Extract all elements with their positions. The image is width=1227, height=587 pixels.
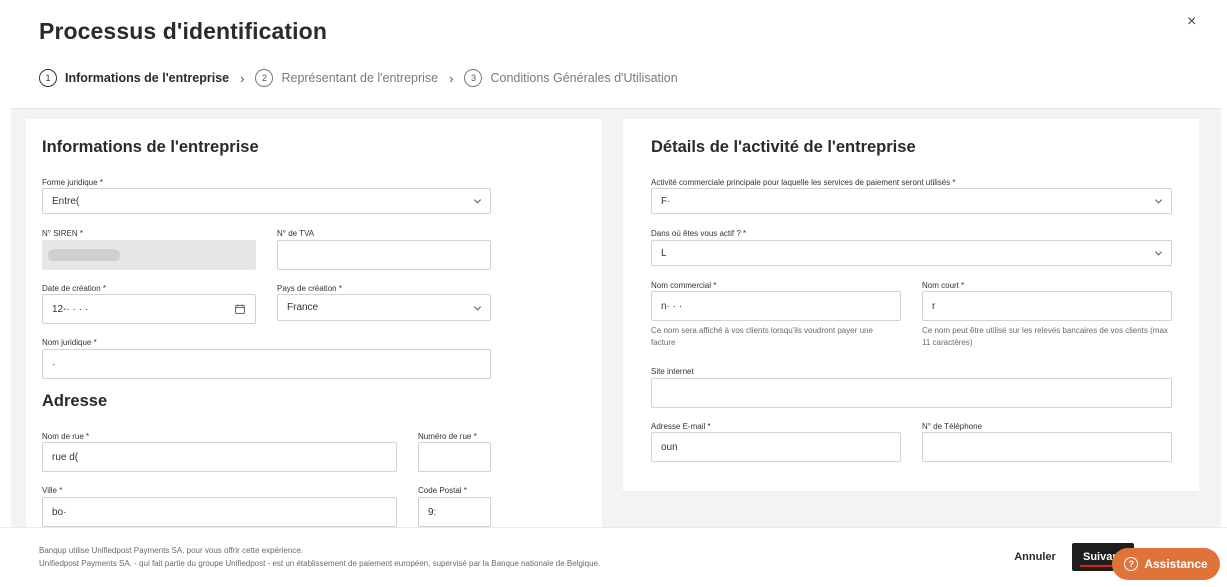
website-input[interactable] [651, 378, 1172, 408]
active-where-value: L [661, 247, 667, 259]
chevron-right-icon: › [240, 70, 245, 86]
legal-line: Unifiedpost Payments SA. - qui fait part… [39, 559, 601, 568]
vat-input[interactable] [277, 240, 491, 270]
close-icon[interactable]: × [1187, 14, 1196, 30]
city-input[interactable]: bo· [42, 497, 397, 527]
postal-code-input[interactable]: 9: [418, 497, 491, 527]
creation-date-value: 12-· · · · [52, 303, 89, 315]
trade-name-input[interactable]: n· · · [651, 291, 901, 321]
active-where-select[interactable]: L [651, 240, 1172, 266]
chevron-right-icon: › [449, 70, 454, 86]
stepper: 1 Informations de l'entreprise › 2 Repré… [39, 68, 678, 88]
calendar-icon[interactable] [235, 304, 245, 314]
street-number-label: Numéro de rue * [418, 432, 477, 441]
email-input[interactable]: oun [651, 432, 901, 462]
trade-name-help: Ce nom sera affiché à vos clients lorsqu… [651, 326, 873, 347]
trade-name-label: Nom commercial * [651, 281, 717, 290]
next-underline [1080, 565, 1116, 567]
step-company-info[interactable]: 1 Informations de l'entreprise [39, 69, 229, 87]
page-title: Processus d'identification [39, 18, 327, 44]
chevron-down-icon [473, 302, 482, 311]
step-label: Conditions Générales d'Utilisation [490, 71, 678, 85]
main-activity-select[interactable]: F· [651, 188, 1172, 214]
step-label: Représentant de l'entreprise [281, 71, 439, 85]
step-number: 2 [255, 69, 274, 87]
redacted-value [48, 249, 120, 261]
company-info-title: Informations de l'entreprise [42, 138, 259, 156]
company-info-panel: Informations de l'entreprise Forme jurid… [26, 119, 602, 539]
step-company-representative[interactable]: 2 Représentant de l'entreprise [255, 69, 438, 87]
cancel-button[interactable]: Annuler [1008, 547, 1062, 567]
legal-name-input[interactable]: · [42, 349, 491, 379]
assistance-button[interactable]: ? Assistance [1112, 548, 1220, 580]
short-name-input[interactable]: r [922, 291, 1172, 321]
creation-date-input[interactable]: 12-· · · · [42, 294, 256, 324]
siren-input [42, 240, 256, 270]
street-name-label: Nom de rue * [42, 432, 90, 441]
main-activity-label: Activité commerciale principale pour laq… [651, 178, 956, 187]
chevron-down-icon [1154, 196, 1163, 204]
short-name-label: Nom court * [922, 281, 965, 290]
creation-country-value: France [287, 302, 319, 313]
legal-name-label: Nom juridique * [42, 338, 97, 347]
step-number: 3 [464, 69, 483, 87]
step-number: 1 [39, 69, 57, 87]
activity-title: Détails de l'activité de l'entreprise [651, 138, 916, 156]
address-title: Adresse [42, 392, 108, 410]
creation-country-select[interactable]: France [277, 294, 491, 321]
street-number-input[interactable] [418, 442, 491, 472]
chevron-down-icon [473, 196, 482, 204]
phone-input[interactable] [922, 432, 1172, 462]
help-circle-icon: ? [1124, 557, 1139, 571]
legal-form-label: Forme juridique * [42, 178, 103, 187]
footer-legal-text: Banqup utilise Unifiedpost Payments SA. … [39, 544, 600, 570]
postal-code-label: Code Postal * [418, 486, 467, 495]
legal-form-value: Entre( [52, 195, 80, 207]
email-label: Adresse E-mail * [651, 422, 711, 431]
main-activity-value: F· [661, 195, 671, 207]
vat-label: N° de TVA [277, 229, 315, 238]
legal-line: Banqup utilise Unifiedpost Payments SA. … [39, 546, 303, 555]
creation-date-label: Date de création * [42, 284, 107, 293]
chevron-down-icon [1154, 248, 1163, 256]
street-name-input[interactable]: rue d( [42, 442, 397, 472]
step-label: Informations de l'entreprise [65, 71, 230, 85]
step-terms-of-use[interactable]: 3 Conditions Générales d'Utilisation [464, 69, 678, 87]
phone-label: N° de Téléphone [922, 422, 982, 431]
website-label: Site internet [651, 367, 694, 376]
creation-country-label: Pays de création * [277, 284, 342, 293]
legal-form-select[interactable]: Entre( [42, 188, 491, 214]
activity-panel: Détails de l'activité de l'entreprise Ac… [623, 119, 1199, 491]
assistance-label: Assistance [1144, 557, 1208, 571]
siren-label: N° SIREN * [42, 229, 83, 238]
short-name-help: Ce nom peut être utilisé sur les relevés… [922, 326, 1168, 347]
active-where-label: Dans où êtes vous actif ? * [651, 229, 747, 238]
city-label: Ville * [42, 486, 63, 495]
